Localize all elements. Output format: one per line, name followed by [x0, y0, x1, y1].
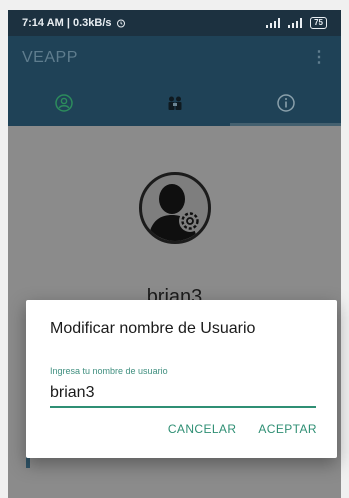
group-icon — [168, 96, 181, 110]
app-bar: VEAPP ⋮ — [8, 36, 341, 80]
user-settings-icon[interactable] — [139, 172, 211, 244]
username-field-label: Ingresa tu nombre de usuario — [50, 366, 168, 376]
cancel-button[interactable]: CANCELAR — [168, 422, 237, 436]
signal-icon-2 — [288, 18, 304, 28]
person-icon — [54, 94, 73, 112]
battery-icon: 75 — [310, 17, 327, 29]
accept-button[interactable]: ACEPTAR — [258, 422, 317, 436]
avatar-silhouette-icon — [148, 184, 201, 241]
signal-icon — [266, 18, 282, 28]
tab-info[interactable] — [230, 80, 341, 126]
status-time-speed: 7:14 AM | 0.3kB/s — [22, 17, 112, 29]
app-title: VEAPP — [22, 49, 78, 66]
overflow-menu-icon[interactable]: ⋮ — [311, 50, 327, 66]
tab-group[interactable] — [119, 80, 230, 126]
tab-person[interactable] — [8, 80, 119, 126]
status-left: 7:14 AM | 0.3kB/s — [22, 17, 126, 29]
alarm-clock-icon — [116, 19, 125, 28]
rename-dialog: Modificar nombre de Usuario Ingresa tu n… — [26, 300, 337, 458]
tab-bar — [8, 80, 341, 126]
status-right: 75 — [266, 17, 327, 29]
dialog-actions: CANCELAR ACEPTAR — [168, 422, 317, 436]
info-icon — [276, 94, 295, 112]
username-input[interactable] — [50, 380, 316, 408]
dialog-title: Modificar nombre de Usuario — [50, 320, 256, 337]
status-bar: 7:14 AM | 0.3kB/s 75 — [8, 10, 341, 36]
